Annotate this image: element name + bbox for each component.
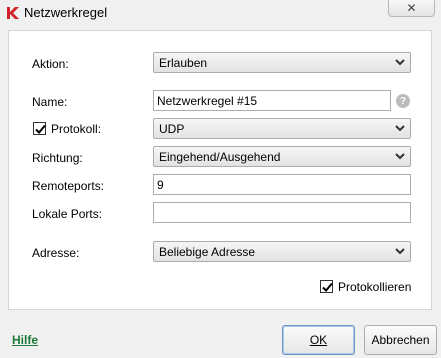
richtung-label: Richtung: (32, 151, 83, 165)
name-value: Netzwerkregel #15 (157, 94, 258, 108)
ok-button[interactable]: OK (282, 325, 355, 355)
name-label: Name: (32, 95, 68, 109)
aktion-value: Erlauben (159, 56, 208, 70)
protokollieren-checkbox[interactable] (320, 280, 333, 293)
aktion-label: Aktion: (32, 57, 69, 71)
kaspersky-logo-icon (7, 7, 19, 19)
chevron-down-icon (395, 59, 405, 66)
adresse-value: Beliebige Adresse (159, 245, 256, 259)
help-icon[interactable]: ? (396, 94, 410, 108)
aktion-select[interactable]: Erlauben (153, 52, 411, 73)
ok-button-label: OK (309, 333, 328, 347)
adresse-select[interactable]: Beliebige Adresse (153, 241, 411, 262)
protokollieren-label: Protokollieren (338, 280, 412, 294)
cancel-button[interactable]: Abbrechen (364, 325, 437, 355)
cancel-button-label: Abbrechen (371, 333, 430, 347)
lokale-ports-input[interactable] (153, 202, 411, 223)
window-title: Netzwerkregel (24, 5, 108, 20)
close-button[interactable]: ✕ (388, 0, 435, 17)
close-icon: ✕ (406, 1, 417, 15)
lokale-ports-label: Lokale Ports: (32, 207, 103, 221)
protokoll-checkbox[interactable] (33, 122, 46, 135)
chevron-down-icon (395, 125, 405, 132)
name-input[interactable]: Netzwerkregel #15 (153, 90, 391, 111)
chevron-down-icon (395, 153, 405, 160)
help-link[interactable]: Hilfe (12, 333, 38, 347)
protokoll-label: Protokoll: (51, 122, 102, 136)
checkmark-icon (322, 282, 333, 292)
remoteports-value: 9 (157, 178, 164, 192)
richtung-select[interactable]: Eingehend/Ausgehend (153, 146, 411, 167)
remoteports-label: Remoteports: (32, 179, 105, 193)
chevron-down-icon (395, 248, 405, 255)
checkmark-icon (35, 124, 46, 134)
remoteports-input[interactable]: 9 (153, 174, 411, 195)
title-bar: Netzwerkregel ✕ (0, 0, 441, 26)
protokoll-select[interactable]: UDP (153, 118, 411, 139)
richtung-value: Eingehend/Ausgehend (159, 150, 281, 164)
dialog-window: Netzwerkregel ✕ Aktion: Erlauben Name: N… (0, 0, 441, 358)
protokoll-value: UDP (159, 122, 185, 136)
adresse-label: Adresse: (32, 246, 80, 260)
